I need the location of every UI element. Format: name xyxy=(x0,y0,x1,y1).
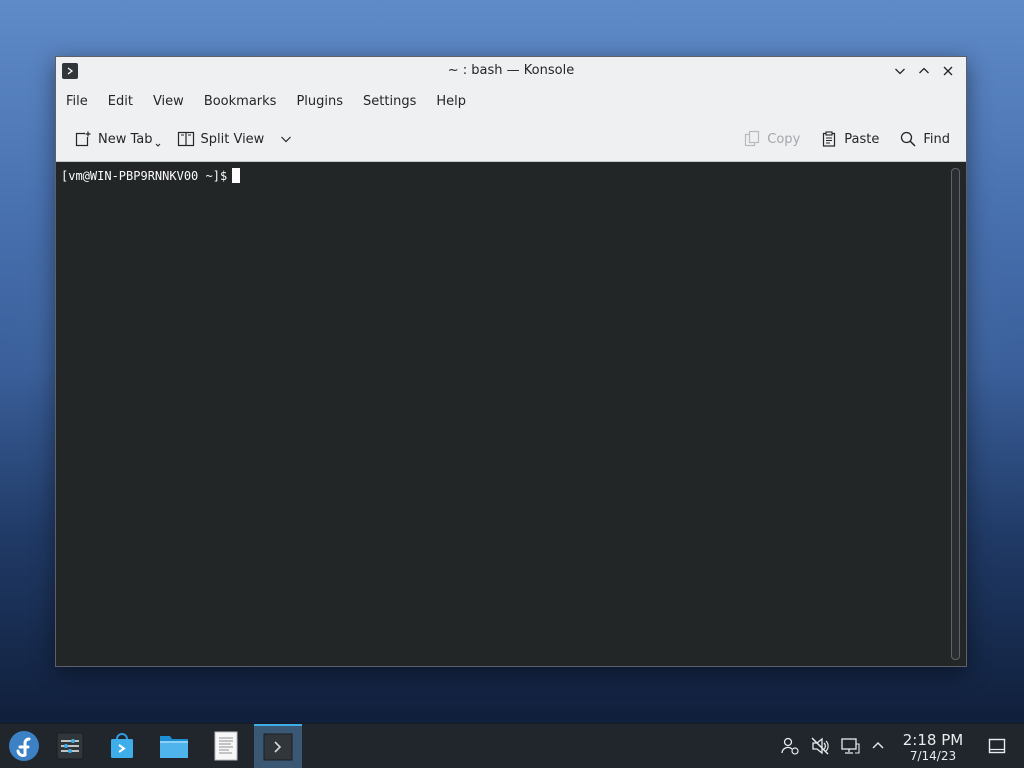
copy-button[interactable]: Copy xyxy=(737,124,806,154)
volume-button[interactable] xyxy=(810,736,830,756)
user-status-button[interactable] xyxy=(780,736,800,756)
terminal-prompt: [vm@WIN-PBP9RNNKV00 ~]$ xyxy=(61,168,241,184)
terminal-scrollbar[interactable] xyxy=(951,168,960,660)
menu-help[interactable]: Help xyxy=(436,90,476,113)
taskbar: 2:18 PM 7/14/23 xyxy=(0,723,1024,768)
clock-date: 7/14/23 xyxy=(909,749,957,763)
paste-button[interactable]: Paste xyxy=(814,124,885,154)
minimize-icon xyxy=(895,68,905,75)
terminal-cursor xyxy=(232,168,241,183)
split-view-label: Split View xyxy=(200,131,265,147)
menu-plugins[interactable]: Plugins xyxy=(296,90,353,113)
menu-settings[interactable]: Settings xyxy=(363,90,426,113)
window-title: ~ : bash — Konsole xyxy=(447,63,575,78)
expand-tray-button[interactable] xyxy=(868,736,888,756)
menu-file[interactable]: File xyxy=(66,90,98,113)
new-tab-button[interactable]: New Tab xyxy=(68,124,167,154)
copy-icon xyxy=(745,130,760,147)
prompt-text: [vm@WIN-PBP9RNNKV00 ~]$ xyxy=(61,169,228,183)
show-desktop-icon xyxy=(988,738,1006,754)
network-button[interactable] xyxy=(840,736,860,756)
menu-view[interactable]: View xyxy=(153,90,194,113)
copy-label: Copy xyxy=(767,131,801,147)
paste-label: Paste xyxy=(844,131,880,147)
close-button[interactable] xyxy=(938,62,958,80)
close-icon xyxy=(943,66,953,76)
menu-bar: File Edit View Bookmarks Plugins Setting… xyxy=(56,87,966,115)
show-desktop-button[interactable] xyxy=(987,736,1007,756)
expand-tray-icon xyxy=(872,742,884,749)
network-icon xyxy=(841,738,860,754)
chevron-down-icon xyxy=(281,136,292,143)
split-view-icon xyxy=(177,131,194,147)
new-tab-icon xyxy=(75,131,91,147)
menu-edit[interactable]: Edit xyxy=(108,90,143,113)
digital-clock[interactable]: 2:18 PM 7/14/23 xyxy=(900,731,966,764)
user-status-icon xyxy=(781,737,799,755)
split-view-menu-button[interactable] xyxy=(274,124,298,154)
minimize-button[interactable] xyxy=(890,62,910,80)
title-bar[interactable]: ~ : bash — Konsole xyxy=(56,57,966,85)
system-tray: 2:18 PM 7/14/23 xyxy=(0,724,1024,768)
new-tab-dropdown-icon xyxy=(155,143,160,147)
search-icon xyxy=(901,131,916,147)
konsole-window: ~ : bash — Konsole File Edit View Bookma… xyxy=(55,56,967,667)
audio-muted-icon xyxy=(811,737,829,755)
terminal-view[interactable]: [vm@WIN-PBP9RNNKV00 ~]$ xyxy=(56,161,966,666)
new-tab-label: New Tab xyxy=(98,131,153,147)
maximize-button[interactable] xyxy=(914,62,934,80)
maximize-icon xyxy=(919,67,929,74)
find-button[interactable]: Find xyxy=(893,124,956,154)
paste-icon xyxy=(823,131,836,147)
main-toolbar: New Tab Split View Copy Paste Find xyxy=(56,121,966,157)
clock-time: 2:18 PM xyxy=(902,731,964,749)
menu-bookmarks[interactable]: Bookmarks xyxy=(204,90,287,113)
find-label: Find xyxy=(923,131,950,147)
split-view-button[interactable]: Split View xyxy=(171,124,271,154)
